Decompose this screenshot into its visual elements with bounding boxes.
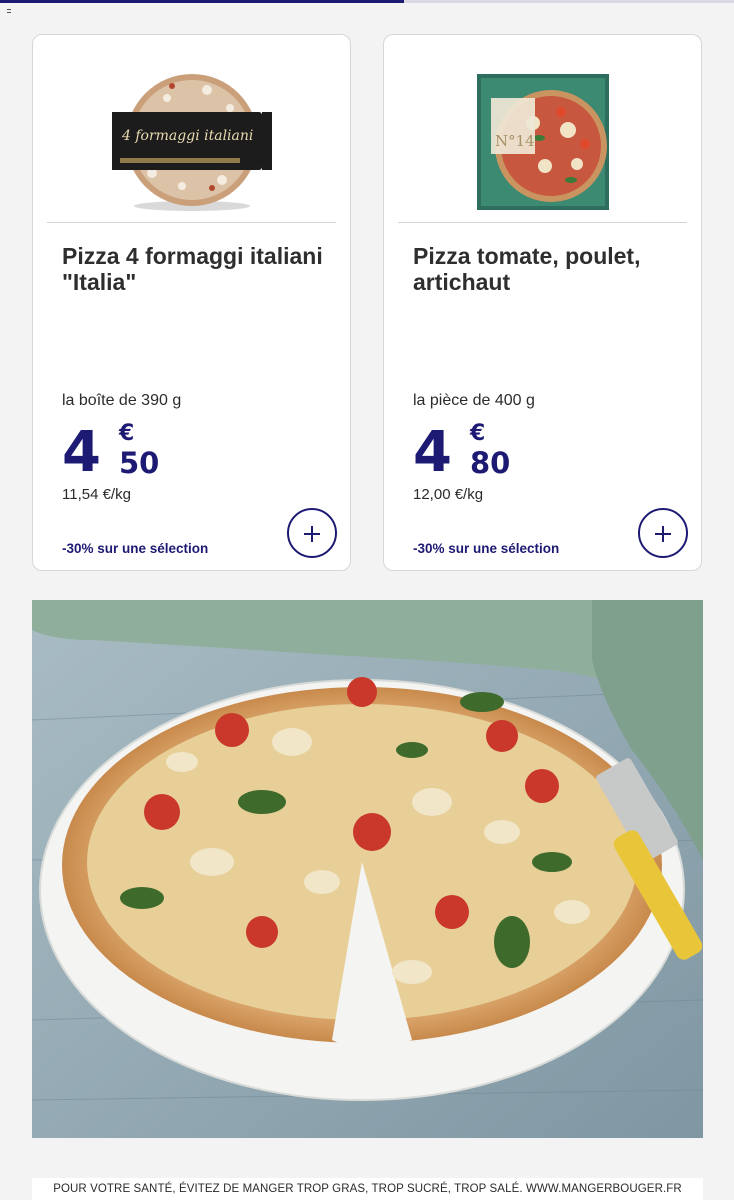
product-unit: la pièce de 400 g bbox=[413, 392, 535, 409]
promo-text: -30% sur une sélection bbox=[62, 541, 209, 556]
progress-bar bbox=[0, 0, 734, 3]
product-card-formaggi[interactable]: 4 formaggi italiani Pizza 4 formaggi ita… bbox=[32, 34, 351, 571]
svg-text:4 formaggi italiani: 4 formaggi italiani bbox=[121, 128, 253, 144]
product-unit: la boîte de 390 g bbox=[62, 392, 182, 409]
pizza-4-formaggi-box-image: 4 formaggi italiani bbox=[33, 55, 350, 225]
card-divider bbox=[398, 222, 687, 223]
price-currency: € bbox=[119, 421, 135, 446]
product-card-poulet[interactable]: N°14 Pizza tomate, poulet, artichaut la … bbox=[383, 34, 702, 571]
health-disclaimer: POUR VOTRE SANTÉ, ÉVITEZ DE MANGER TROP … bbox=[32, 1178, 703, 1200]
product-name: Pizza 4 formaggi italiani "Italia" bbox=[62, 243, 323, 295]
price-per-kg: 12,00 €/kg bbox=[413, 486, 484, 503]
product-name: Pizza tomate, poulet, artichaut bbox=[413, 243, 641, 295]
pizza-tomate-poulet-box-image: N°14 bbox=[384, 55, 701, 225]
price-integer: 4 bbox=[413, 420, 452, 485]
card-divider bbox=[47, 222, 336, 223]
svg-text:N°14: N°14 bbox=[495, 132, 535, 150]
price-integer: 4 bbox=[62, 420, 101, 485]
add-to-cart-button[interactable] bbox=[638, 508, 688, 558]
progress-fill bbox=[0, 0, 404, 3]
menu-icon[interactable] bbox=[7, 9, 11, 13]
price-decimals: 80 bbox=[470, 446, 511, 480]
price-decimals: 50 bbox=[119, 446, 160, 480]
pizza-lifestyle-photo bbox=[32, 600, 703, 1138]
promo-text: -30% sur une sélection bbox=[413, 541, 560, 556]
price-currency: € bbox=[470, 421, 486, 446]
price-per-kg: 11,54 €/kg bbox=[62, 486, 131, 503]
add-to-cart-button[interactable] bbox=[287, 508, 337, 558]
